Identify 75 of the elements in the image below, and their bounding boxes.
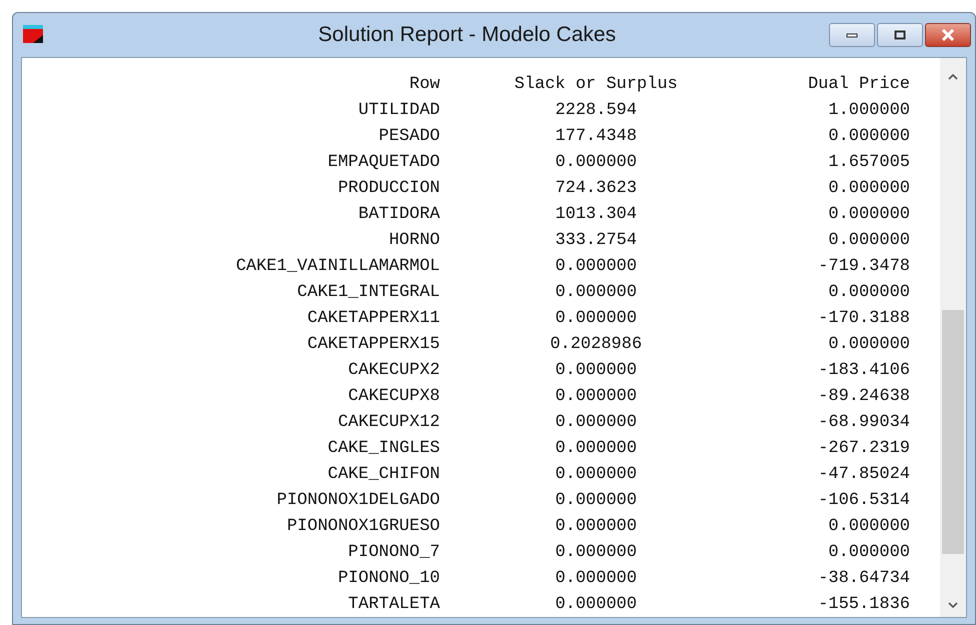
scrollbar-thumb[interactable] <box>942 310 964 554</box>
table-cell-text: 0.000000 <box>554 360 638 382</box>
table-cell-text: CAKECUPX2 <box>347 360 440 382</box>
table-cell-text: 0.000000 <box>827 282 910 304</box>
table-cell-text: EMPAQUETADO <box>326 152 440 174</box>
table-cell-text: 0.000000 <box>554 594 638 616</box>
table-cell-text: 1.000000 <box>827 100 910 122</box>
minimize-icon <box>846 32 858 38</box>
table-cell-text: TARTALETA <box>347 594 440 616</box>
maximize-button[interactable] <box>877 23 923 47</box>
table-cell-text: 0.000000 <box>554 438 638 460</box>
table-cell-text: -89.24638 <box>817 386 910 408</box>
table-cell-text: 0.000000 <box>554 308 638 330</box>
close-button[interactable] <box>925 23 971 47</box>
table-cell-text: CAKE1_VAINILLAMARMOL <box>234 256 440 278</box>
table-cell-text: CAKECUPX12 <box>336 412 440 434</box>
table-cell-text: 0.000000 <box>827 230 910 252</box>
table-cell-text: 0.000000 <box>827 204 910 226</box>
table-cell-text: CAKE_CHIFON <box>326 464 440 486</box>
table-cell-text: 0.000000 <box>554 152 638 174</box>
table-cell-text: 0.000000 <box>554 568 638 590</box>
table-cell-text: -47.85024 <box>817 464 910 486</box>
table-cell-text: 0.000000 <box>554 282 638 304</box>
close-icon <box>941 29 955 41</box>
table-cell-text: -106.5314 <box>817 490 910 512</box>
table-cell-text: PRODUCCION <box>336 178 440 200</box>
table-cell-text: 0.000000 <box>827 334 910 356</box>
table-cell-text: 0.2028986 <box>549 334 643 356</box>
table-cell-text: PESADO <box>378 126 440 148</box>
table-cell-text: 0.000000 <box>554 386 638 408</box>
table-cell-text: 0.000000 <box>554 256 638 278</box>
table-cell-text: HORNO <box>388 230 440 252</box>
table-cell-text: -170.3188 <box>817 308 910 330</box>
table-cell-text: 0.000000 <box>554 490 638 512</box>
table-cell-text: -38.64734 <box>817 568 910 590</box>
table-cell-text: PIONONO_7 <box>347 542 440 564</box>
table-cell-text: -183.4106 <box>817 360 910 382</box>
table-cell-text: 0.000000 <box>827 542 910 564</box>
minimize-button[interactable] <box>829 23 875 47</box>
scrollbar[interactable] <box>940 58 966 617</box>
table-cell-text: PIONONO_10 <box>336 568 440 590</box>
table-cell-text: 1.657005 <box>827 152 910 174</box>
column-header: Slack or Surplus <box>513 74 679 96</box>
table-cell-text: 2228.594 <box>554 100 638 122</box>
app-icon <box>23 25 45 45</box>
table-cell-text: -155.1836 <box>817 594 910 616</box>
column-header: Dual Price <box>806 74 910 96</box>
table-cell-text: -267.2319 <box>817 438 910 460</box>
table-cell-text: 333.2754 <box>554 230 638 252</box>
table-cell-text: -719.3478 <box>817 256 910 278</box>
table-cell-text: 0.000000 <box>827 126 910 148</box>
table-cell-text: 0.000000 <box>554 516 638 538</box>
scroll-up-icon[interactable] <box>947 72 959 80</box>
table-cell-text: UTILIDAD <box>357 100 440 122</box>
table-cell-text: 0.000000 <box>554 464 638 486</box>
table-cell-text: CAKETAPPERX11 <box>306 308 440 330</box>
maximize-icon <box>894 30 906 40</box>
table-cell-text: 177.4348 <box>554 126 638 148</box>
scroll-down-icon[interactable] <box>947 601 959 609</box>
table-cell-text: CAKETAPPERX15 <box>306 334 440 356</box>
column-header: Row <box>408 74 440 96</box>
table-cell-text: CAKE1_INTEGRAL <box>296 282 440 304</box>
table-cell-text: 0.000000 <box>827 516 910 538</box>
table-cell-text: 724.3623 <box>554 178 638 200</box>
table-cell-text: PIONONOX1GRUESO <box>286 516 440 538</box>
table-cell-text: 0.000000 <box>554 412 638 434</box>
table-cell-text: PIONONOX1DELGADO <box>276 490 440 512</box>
table-cell-text: BATIDORA <box>357 204 440 226</box>
table-cell-text: -68.99034 <box>817 412 910 434</box>
table-cell-text: 0.000000 <box>827 178 910 200</box>
table-cell-text: 0.000000 <box>554 542 638 564</box>
table-cell-text: CAKE_INGLES <box>326 438 440 460</box>
window-title: Solution Report - Modelo Cakes <box>318 23 616 46</box>
table-cell-text: CAKECUPX8 <box>347 386 440 408</box>
table-cell-text: 1013.304 <box>554 204 638 226</box>
